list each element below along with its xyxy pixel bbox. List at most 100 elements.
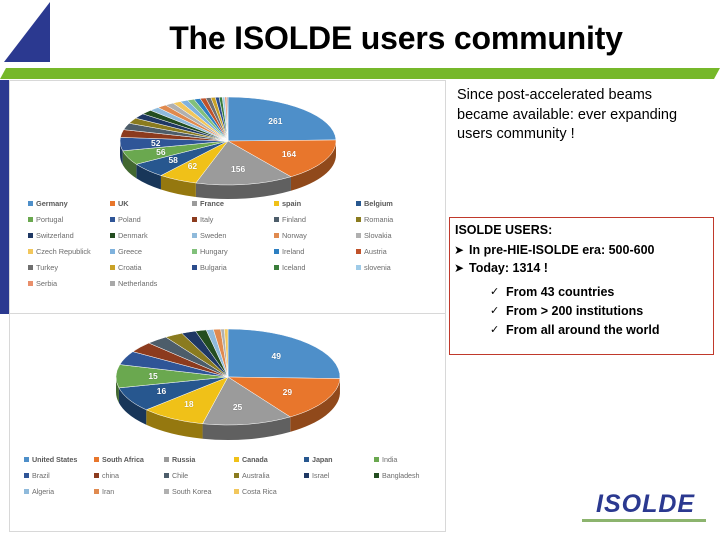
legend-label: United States xyxy=(32,455,78,464)
legend-item: Iceland xyxy=(274,263,356,272)
left-blue-edge-bar xyxy=(0,80,9,313)
isolde-logo: ISOLDE xyxy=(582,492,712,526)
corner-triangle-logo xyxy=(4,2,50,62)
legend-label: Hungary xyxy=(200,247,228,256)
legend-swatch-icon xyxy=(304,473,309,478)
legend-item: UK xyxy=(110,199,192,208)
green-divider-bar xyxy=(0,68,720,79)
chart-non-european-users: 49 29 25 18 16 15 United States South Africa Ru… xyxy=(10,315,447,533)
legend-label: Ireland xyxy=(282,247,305,256)
sub-bullet-label: From 43 countries xyxy=(506,285,615,299)
legend-item: Bulgaria xyxy=(192,263,274,272)
legend-label: Austria xyxy=(364,247,387,256)
legend-label: slovenia xyxy=(364,263,391,272)
legend-swatch-icon xyxy=(374,457,379,462)
legend-swatch-icon xyxy=(274,201,279,206)
legend-label: Croatia xyxy=(118,263,142,272)
legend-label: Denmark xyxy=(118,231,148,240)
pie-slice-value-label: 62 xyxy=(187,160,198,171)
sub-bullet-item: ✓ From 43 countries xyxy=(490,284,720,300)
legend-item: Portugal xyxy=(28,215,110,224)
pie-slice-value-label: 29 xyxy=(282,386,293,397)
legend-swatch-icon xyxy=(164,489,169,494)
legend-swatch-icon xyxy=(356,265,361,270)
isolde-logo-rule xyxy=(582,519,706,522)
legend-label: India xyxy=(382,455,398,464)
legend-swatch-icon xyxy=(94,473,99,478)
legend-swatch-icon xyxy=(304,457,309,462)
legend-swatch-icon xyxy=(234,457,239,462)
legend-label: Israel xyxy=(312,471,330,480)
legend-item: Iran xyxy=(94,487,164,496)
legend-item: Canada xyxy=(234,455,304,464)
legend-label: Russia xyxy=(172,455,196,464)
legend-item: United States xyxy=(24,455,94,464)
legend-item: Hungary xyxy=(192,247,274,256)
legend-label: Chile xyxy=(172,471,189,480)
sub-bullet-label: From > 200 institutions xyxy=(506,304,644,318)
legend-swatch-icon xyxy=(28,217,33,222)
charts-panel-divider xyxy=(9,313,446,314)
legend-item: Greece xyxy=(110,247,192,256)
legend-item: spain xyxy=(274,199,356,208)
legend-swatch-icon xyxy=(28,281,33,286)
legend-label: Costa Rica xyxy=(242,487,277,496)
pie-slice xyxy=(227,328,341,379)
pie-slice-value-label: 49 xyxy=(271,350,281,361)
legend-item: Belgium xyxy=(356,199,438,208)
legend-swatch-icon xyxy=(94,457,99,462)
legend-swatch-icon xyxy=(24,457,29,462)
legend-item: Brazil xyxy=(24,471,94,480)
legend-swatch-icon xyxy=(110,281,115,286)
pie-slice-value-label: 164 xyxy=(281,148,297,159)
isolde-users-box: ISOLDE USERS: ➤ In pre-HIE-ISOLDE era: 50… xyxy=(449,217,714,355)
isolde-users-sub-bullets: ✓ From 43 countries ✓ From > 200 institutio… xyxy=(490,284,720,341)
legend-label: Greece xyxy=(118,247,142,256)
legend-label: South Africa xyxy=(102,455,144,464)
legend-swatch-icon xyxy=(192,201,197,206)
legend-label: china xyxy=(102,471,119,480)
pie-slice-value-label: 52 xyxy=(151,138,161,148)
pie-chart-non-european: 49 29 25 18 16 15 xyxy=(10,315,447,450)
legend-item: Israel xyxy=(304,471,374,480)
legend-swatch-icon xyxy=(164,473,169,478)
bullet-item: ➤ Today: 1314 ! xyxy=(453,260,711,276)
legend-item: Austria xyxy=(356,247,438,256)
legend-item: Bangladesh xyxy=(374,471,444,480)
legend-item: Croatia xyxy=(110,263,192,272)
legend-item: Costa Rica xyxy=(234,487,304,496)
legend-item: china xyxy=(94,471,164,480)
pie-slice-value-label: 25 xyxy=(232,402,243,413)
legend-item: South Africa xyxy=(94,455,164,464)
legend-swatch-icon xyxy=(110,265,115,270)
pie-slice-value-label: 18 xyxy=(184,398,194,409)
legend-item: France xyxy=(192,199,274,208)
legend-swatch-icon xyxy=(110,217,115,222)
pie-slice-value-label: 261 xyxy=(268,115,283,126)
bullet-label: In pre-HIE-ISOLDE era: 500-600 xyxy=(469,243,655,257)
charts-panel: 261 164 156 62 58 56 52 Germany UK France spain Be… xyxy=(9,80,446,532)
legend-label: Poland xyxy=(118,215,141,224)
pie-slice-value-label: 16 xyxy=(156,386,167,397)
legend-swatch-icon xyxy=(110,233,115,238)
sub-bullet-label: From all around the world xyxy=(506,323,660,337)
legend-swatch-icon xyxy=(24,489,29,494)
arrow-bullet-icon: ➤ xyxy=(453,243,465,257)
legend-swatch-icon xyxy=(192,265,197,270)
legend-item: Finland xyxy=(274,215,356,224)
legend-item: Chile xyxy=(164,471,234,480)
legend-swatch-icon xyxy=(356,217,361,222)
bullet-item: ➤ In pre-HIE-ISOLDE era: 500-600 xyxy=(453,242,711,258)
pie-chart-european: 261 164 156 62 58 56 52 xyxy=(10,81,447,201)
legend-label: Norway xyxy=(282,231,307,240)
page-title: The ISOLDE users community xyxy=(169,20,623,56)
legend-item: Denmark xyxy=(110,231,192,240)
legend-swatch-icon xyxy=(374,473,379,478)
legend-label: Czech Republick xyxy=(36,247,91,256)
legend-item: Norway xyxy=(274,231,356,240)
sub-bullet-item: ✓ From > 200 institutions xyxy=(490,303,720,319)
legend-swatch-icon xyxy=(28,249,33,254)
legend-label: Sweden xyxy=(200,231,227,240)
legend-label: Belgium xyxy=(364,199,393,208)
legend-item: Australia xyxy=(234,471,304,480)
